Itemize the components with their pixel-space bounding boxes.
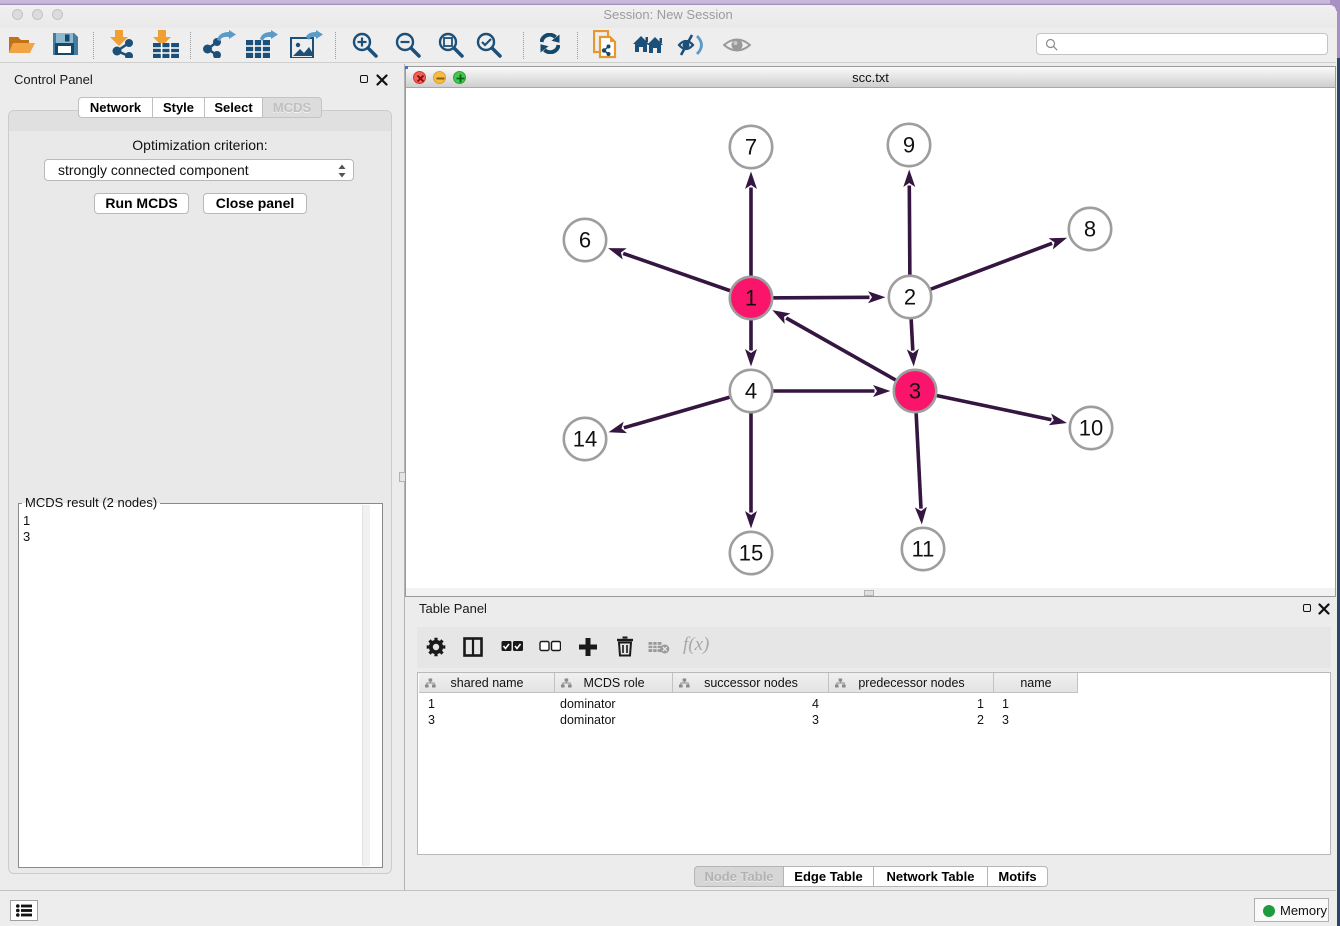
svg-text:1: 1 — [745, 286, 757, 311]
svg-text:10: 10 — [1079, 416, 1103, 441]
svg-text:4: 4 — [745, 379, 757, 404]
svg-text:3: 3 — [909, 379, 921, 404]
svg-text:2: 2 — [904, 285, 916, 310]
svg-text:8: 8 — [1084, 217, 1096, 242]
svg-text:9: 9 — [903, 133, 915, 158]
svg-text:6: 6 — [579, 228, 591, 253]
svg-text:15: 15 — [739, 541, 763, 566]
svg-text:14: 14 — [573, 427, 597, 452]
svg-text:11: 11 — [912, 537, 935, 562]
svg-text:7: 7 — [745, 135, 757, 160]
